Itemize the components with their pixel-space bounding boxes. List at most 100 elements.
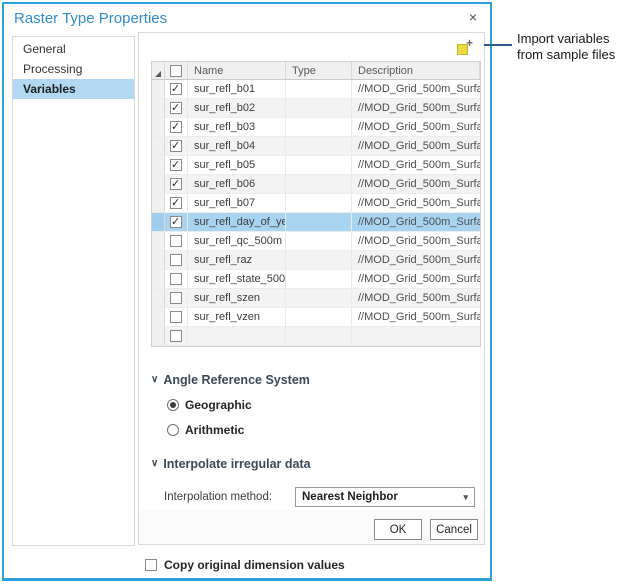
row-checkbox[interactable]	[170, 311, 182, 323]
row-type[interactable]	[286, 80, 352, 98]
row-name[interactable]	[188, 327, 286, 345]
row-gutter[interactable]	[152, 251, 165, 269]
row-type[interactable]	[286, 156, 352, 174]
table-row[interactable]: sur_refl_b04 //MOD_Grid_500m_Surface_Ref.…	[152, 137, 480, 156]
row-name[interactable]: sur_refl_day_of_year	[188, 213, 286, 231]
row-gutter[interactable]	[152, 213, 165, 231]
row-checkbox[interactable]	[170, 140, 182, 152]
cancel-button[interactable]: Cancel	[430, 519, 478, 540]
row-checkbox[interactable]	[170, 216, 182, 228]
table-row[interactable]: sur_refl_b03 //MOD_Grid_500m_Surface_Ref.…	[152, 118, 480, 137]
table-row[interactable]: sur_refl_day_of_year //MOD_Grid_500m_Surf…	[152, 213, 480, 232]
radio-button-icon[interactable]	[167, 424, 179, 436]
row-gutter[interactable]	[152, 270, 165, 288]
row-description[interactable]: //MOD_Grid_500m_Surface_Ref...	[352, 232, 480, 250]
row-type[interactable]	[286, 99, 352, 117]
row-type[interactable]	[286, 175, 352, 193]
column-header-type[interactable]: Type	[286, 62, 352, 79]
row-gutter[interactable]	[152, 194, 165, 212]
row-type[interactable]	[286, 308, 352, 326]
row-checkbox[interactable]	[170, 292, 182, 304]
close-icon[interactable]: ×	[464, 8, 482, 26]
import-variables-button[interactable]: +	[457, 40, 473, 55]
row-name[interactable]: sur_refl_state_500m	[188, 270, 286, 288]
table-row[interactable]: sur_refl_qc_500m //MOD_Grid_500m_Surface_…	[152, 232, 480, 251]
table-row[interactable]: sur_refl_b02 //MOD_Grid_500m_Surface_Ref.…	[152, 99, 480, 118]
table-row[interactable]: sur_refl_b05 //MOD_Grid_500m_Surface_Ref.…	[152, 156, 480, 175]
row-gutter[interactable]	[152, 308, 165, 326]
row-checkbox[interactable]	[170, 197, 182, 209]
row-description[interactable]: //MOD_Grid_500m_Surface_Ref...	[352, 270, 480, 288]
row-description[interactable]: //MOD_Grid_500m_Surface_Ref...	[352, 99, 480, 117]
row-description[interactable]: //MOD_Grid_500m_Surface_Ref...	[352, 289, 480, 307]
row-checkbox[interactable]	[170, 254, 182, 266]
row-type[interactable]	[286, 251, 352, 269]
radio-button-icon[interactable]	[167, 399, 179, 411]
table-row[interactable]: sur_refl_raz //MOD_Grid_500m_Surface_Ref.…	[152, 251, 480, 270]
column-header-description[interactable]: Description	[352, 62, 480, 79]
row-name[interactable]: sur_refl_b07	[188, 194, 286, 212]
row-checkbox[interactable]	[170, 83, 182, 95]
sidebar-item-general[interactable]: General	[13, 39, 134, 59]
row-type[interactable]	[286, 232, 352, 250]
row-checkbox[interactable]	[170, 102, 182, 114]
row-gutter[interactable]	[152, 232, 165, 250]
table-row[interactable]	[152, 327, 480, 346]
table-row[interactable]: sur_refl_b07 //MOD_Grid_500m_Surface_Ref.…	[152, 194, 480, 213]
row-gutter[interactable]	[152, 137, 165, 155]
row-checkbox[interactable]	[170, 178, 182, 190]
row-description[interactable]: //MOD_Grid_500m_Surface_Ref...	[352, 156, 480, 174]
row-description[interactable]: //MOD_Grid_500m_Surface_Ref...	[352, 137, 480, 155]
row-name[interactable]: sur_refl_b02	[188, 99, 286, 117]
row-name[interactable]: sur_refl_b05	[188, 156, 286, 174]
sidebar-item-variables[interactable]: Variables	[13, 79, 134, 99]
row-checkbox[interactable]	[170, 121, 182, 133]
row-description[interactable]: //MOD_Grid_500m_Surface_Ref...	[352, 213, 480, 231]
section-angle-reference-system[interactable]: ∨ Angle Reference System	[151, 373, 484, 387]
row-type[interactable]	[286, 194, 352, 212]
sidebar-item-processing[interactable]: Processing	[13, 59, 134, 79]
copy-checkbox[interactable]	[145, 559, 157, 571]
row-name[interactable]: sur_refl_qc_500m	[188, 232, 286, 250]
table-row[interactable]: sur_refl_state_500m //MOD_Grid_500m_Surfa…	[152, 270, 480, 289]
row-description[interactable]: //MOD_Grid_500m_Surface_Ref...	[352, 251, 480, 269]
row-gutter[interactable]	[152, 118, 165, 136]
row-checkbox[interactable]	[170, 235, 182, 247]
row-type[interactable]	[286, 270, 352, 288]
row-description[interactable]: //MOD_Grid_500m_Surface_Ref...	[352, 194, 480, 212]
table-row[interactable]: sur_refl_b01 //MOD_Grid_500m_Surface_Ref.…	[152, 80, 480, 99]
row-checkbox[interactable]	[170, 273, 182, 285]
row-description[interactable]	[352, 327, 480, 345]
row-gutter[interactable]	[152, 327, 165, 345]
copy-original-dimension-values[interactable]: Copy original dimension values	[145, 558, 484, 572]
expand-all-corner[interactable]	[152, 62, 165, 79]
row-type[interactable]	[286, 118, 352, 136]
column-header-name[interactable]: Name	[188, 62, 286, 79]
ok-button[interactable]: OK	[374, 519, 422, 540]
row-description[interactable]: //MOD_Grid_500m_Surface_Ref...	[352, 118, 480, 136]
section-interpolate-irregular-data[interactable]: ∨ Interpolate irregular data	[151, 457, 484, 471]
table-row[interactable]: sur_refl_szen //MOD_Grid_500m_Surface_Ref…	[152, 289, 480, 308]
row-description[interactable]: //MOD_Grid_500m_Surface_Ref...	[352, 175, 480, 193]
row-type[interactable]	[286, 327, 352, 345]
row-gutter[interactable]	[152, 80, 165, 98]
row-type[interactable]	[286, 137, 352, 155]
row-name[interactable]: sur_refl_szen	[188, 289, 286, 307]
row-name[interactable]: sur_refl_vzen	[188, 308, 286, 326]
row-description[interactable]: //MOD_Grid_500m_Surface_Ref...	[352, 308, 480, 326]
row-name[interactable]: sur_refl_b04	[188, 137, 286, 155]
row-name[interactable]: sur_refl_b06	[188, 175, 286, 193]
interpolation-method-dropdown[interactable]: Nearest Neighbor ▾	[295, 487, 475, 507]
row-name[interactable]: sur_refl_raz	[188, 251, 286, 269]
row-gutter[interactable]	[152, 99, 165, 117]
row-type[interactable]	[286, 289, 352, 307]
row-gutter[interactable]	[152, 289, 165, 307]
row-name[interactable]: sur_refl_b03	[188, 118, 286, 136]
row-description[interactable]: //MOD_Grid_500m_Surface_Ref...	[352, 80, 480, 98]
row-checkbox[interactable]	[170, 330, 182, 342]
table-row[interactable]: sur_refl_b06 //MOD_Grid_500m_Surface_Ref.…	[152, 175, 480, 194]
radio-arithmetic[interactable]: Arithmetic	[167, 423, 484, 437]
select-all-checkbox[interactable]	[170, 65, 182, 77]
row-name[interactable]: sur_refl_b01	[188, 80, 286, 98]
table-row[interactable]: sur_refl_vzen //MOD_Grid_500m_Surface_Ref…	[152, 308, 480, 327]
